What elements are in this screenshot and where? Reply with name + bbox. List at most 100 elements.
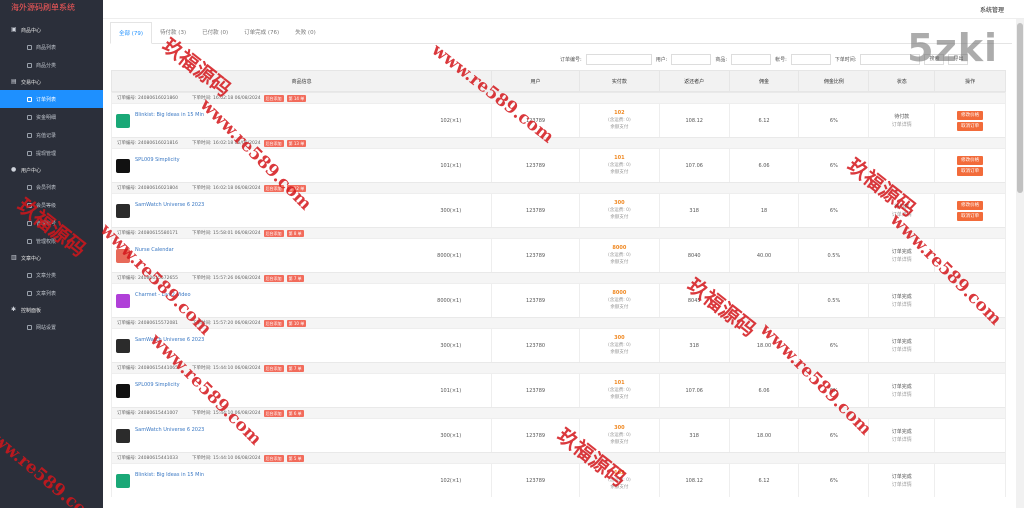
order-body: SamWatch Universe 6 2023 300(×1) 123789 300… xyxy=(112,418,1005,452)
shipping-fee: (含运费: 0) xyxy=(607,118,631,123)
status-tab[interactable]: 失败 (0) xyxy=(287,22,324,44)
sidebar-group[interactable]: ✱ 控制面板 xyxy=(0,302,103,318)
system-menu[interactable]: 系统管理 xyxy=(980,5,1004,14)
sidebar-group[interactable]: ▥ 文章中心 xyxy=(0,250,103,266)
commission-rate-cell: 6% xyxy=(799,149,870,182)
stage-badge: 第 7 单 xyxy=(286,364,304,372)
sidebar-item[interactable]: 提现管理 xyxy=(0,144,103,162)
order-detail-link[interactable]: 订单详情 xyxy=(892,346,912,354)
sidebar-item-label: 订单列表 xyxy=(36,96,57,103)
sidebar-group[interactable]: ● 用户中心 xyxy=(0,162,103,178)
sidebar-item[interactable]: 商品列表 xyxy=(0,38,103,56)
product-name-link[interactable]: Charmet - Live2 Video xyxy=(135,292,191,298)
sidebar-item[interactable]: 会员列表 xyxy=(0,178,103,196)
sidebar-item[interactable]: 网站设置 xyxy=(0,318,103,336)
grid-icon xyxy=(27,184,32,190)
status-text: 订单完成 xyxy=(891,473,912,480)
status-tab[interactable]: 全部 (79) xyxy=(110,22,153,44)
edit-price-button[interactable]: 修改价格 xyxy=(957,110,984,120)
edit-price-button[interactable]: 修改价格 xyxy=(957,200,984,210)
added-by-admin-badge: 后台添加 xyxy=(263,364,284,372)
table-header: 商品信息 用户 实付款 返还者户 佣金 佣金比例 状态 操作 xyxy=(111,70,1006,92)
scrollbar-thumb[interactable] xyxy=(1017,23,1023,193)
order-detail-link[interactable]: 订单详情 xyxy=(892,121,912,129)
payment-method: 余额支付 xyxy=(610,305,629,310)
grid-icon xyxy=(27,62,32,68)
order-no-input[interactable] xyxy=(585,53,652,65)
order-time: 下单时间: 15:57:20 06/08/2024 xyxy=(192,321,261,326)
cancel-order-button[interactable]: 取消订单 xyxy=(957,121,984,131)
chart-icon: ▤ xyxy=(11,78,17,85)
product-cell: Nurse Calendar 8000(×1) xyxy=(112,239,493,272)
edit-price-button[interactable]: 修改价格 xyxy=(957,155,984,165)
user-cell: 123789 xyxy=(492,284,580,317)
product-name-link[interactable]: Blinkist: Big Ideas in 15 Min xyxy=(135,112,204,118)
order-body: Charmet - Live2 Video 8000(×1) 123789 8000 (… xyxy=(112,283,1005,317)
product-cell: SamWatch Universe 6 2023 300(×1) xyxy=(112,419,493,452)
status-text: 待付款 xyxy=(894,203,910,210)
product-name-link[interactable]: SamWatch Universe 6 2023 xyxy=(135,427,204,433)
stage-badge: 第 10 单 xyxy=(286,319,307,327)
product-input[interactable] xyxy=(731,53,772,65)
cancel-order-button[interactable]: 取消订单 xyxy=(957,211,984,221)
order-detail-link[interactable]: 订单详情 xyxy=(892,256,912,264)
sidebar-item[interactable]: 文章分类 xyxy=(0,266,103,284)
status-text: 待付款 xyxy=(894,113,910,120)
product-name-link[interactable]: SPL009 Simplicity xyxy=(135,157,180,163)
order-detail-link[interactable]: 订单详情 xyxy=(892,301,912,309)
product-qty: 101(×1) xyxy=(440,162,462,169)
sidebar-item[interactable]: 充值记录 xyxy=(0,126,103,144)
sidebar-item-label: 充值记录 xyxy=(36,132,57,139)
commission-rate-cell: 6% xyxy=(799,104,870,137)
vertical-scrollbar[interactable] xyxy=(1016,19,1024,508)
status-tab[interactable]: 待付款 (3) xyxy=(152,22,194,44)
order-body: Blinkist: Big Ideas in 15 Min 102(×1) 1237… xyxy=(112,463,1005,497)
sidebar-group[interactable]: ▤ 交易中心 xyxy=(0,74,103,90)
sidebar-item[interactable]: 文章列表 xyxy=(0,284,103,302)
sidebar-item-label: 资金明细 xyxy=(36,114,57,121)
order-body: SamWatch Universe 6 2023 300(×1) 123789 300… xyxy=(112,193,1005,227)
grid-icon xyxy=(27,220,32,226)
return-cell: 318 xyxy=(660,194,730,227)
product-name-link[interactable]: SPL009 Simplicity xyxy=(135,382,180,388)
stage-badge: 第 13 单 xyxy=(286,139,307,147)
product-name-link[interactable]: SamWatch Universe 6 2023 xyxy=(135,337,204,343)
sidebar-item[interactable]: 商品分类 xyxy=(0,56,103,74)
order-time: 下单时间: 15:44:10 06/08/2024 xyxy=(192,411,261,416)
product-name-link[interactable]: Nurse Calendar xyxy=(135,247,174,253)
shipping-fee: (含运费: 0) xyxy=(607,388,631,393)
sidebar-item[interactable]: 订单列表 xyxy=(0,90,103,108)
account-input[interactable] xyxy=(790,53,831,65)
order-detail-link[interactable]: 订单详情 xyxy=(892,211,912,219)
added-by-admin-badge: 后台添加 xyxy=(263,409,284,417)
product-name-link[interactable]: Blinkist: Big Ideas in 15 Min xyxy=(135,472,204,478)
actions-cell xyxy=(935,239,1005,272)
product-name-link[interactable]: SamWatch Universe 6 2023 xyxy=(135,202,204,208)
user-cell: 123789 xyxy=(492,239,580,272)
cancel-order-button[interactable]: 取消订单 xyxy=(957,166,984,176)
order-detail-link[interactable]: 订单详情 xyxy=(892,436,912,444)
order-detail-link[interactable]: 订单详情 xyxy=(892,391,912,399)
status-tab[interactable]: 已付款 (0) xyxy=(194,22,236,44)
paid-amount: 8000 xyxy=(612,290,627,296)
actions-cell xyxy=(935,464,1005,497)
orders-table: 商品信息 用户 实付款 返还者户 佣金 佣金比例 状态 操作 订单编号: 2408061602… xyxy=(111,70,1006,497)
product-qty: 102(×1) xyxy=(440,117,462,124)
order-row: 订单编号: 24080615572655 下单时间: 15:57:26 06/08… xyxy=(111,272,1006,317)
sidebar-group-label: 文章中心 xyxy=(21,255,42,262)
sidebar-item[interactable]: 会员等级 xyxy=(0,196,103,214)
sidebar-item[interactable]: 资金明细 xyxy=(0,108,103,126)
doc-icon: ▥ xyxy=(11,254,17,261)
grid-icon xyxy=(27,114,32,120)
sidebar-item[interactable]: 管理帐号 xyxy=(0,214,103,232)
product-thumbnail xyxy=(116,473,130,488)
product-cell: SPL009 Simplicity 101(×1) xyxy=(112,374,493,407)
user-input[interactable] xyxy=(671,53,712,65)
sidebar-group[interactable]: ▣ 商品中心 xyxy=(0,22,103,38)
order-detail-link[interactable]: 订单详情 xyxy=(892,481,912,489)
sidebar-group-label: 商品中心 xyxy=(21,27,42,34)
payment-method: 余额支付 xyxy=(610,170,629,175)
status-tab[interactable]: 订单完成 (76) xyxy=(236,22,287,44)
sidebar-item[interactable]: 管理权限 xyxy=(0,232,103,250)
actions-cell xyxy=(935,419,1005,452)
